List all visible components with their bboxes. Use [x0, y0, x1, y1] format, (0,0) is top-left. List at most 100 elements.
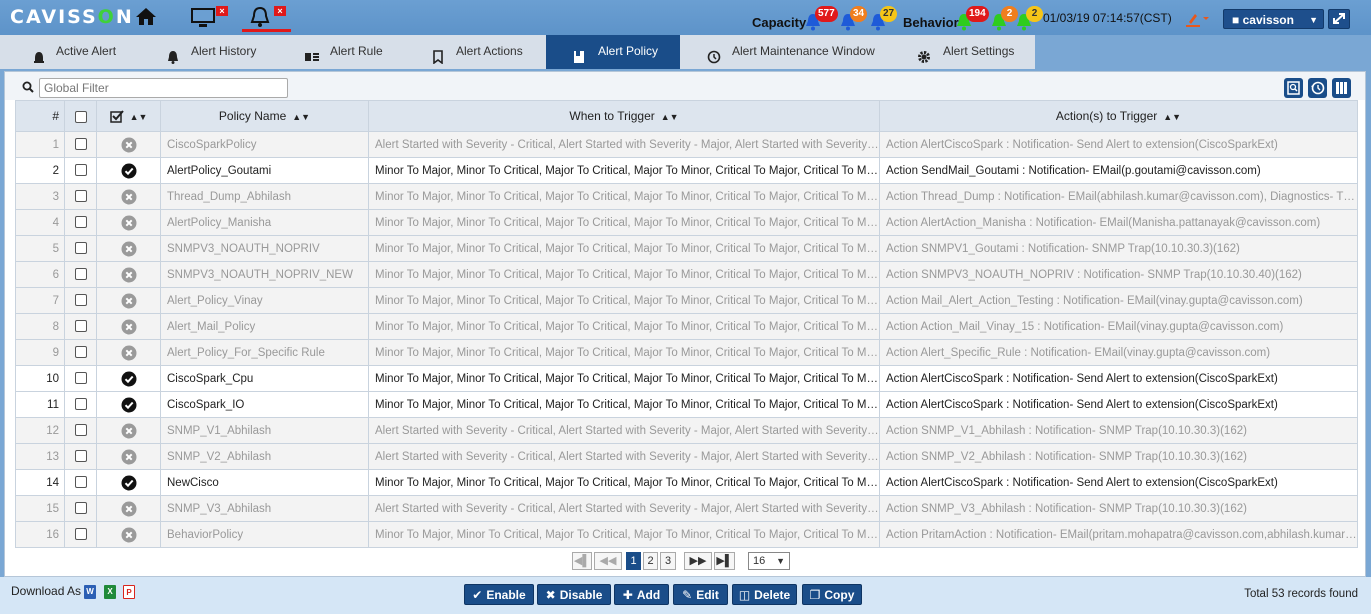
checkbox-box[interactable] — [74, 164, 87, 177]
table-row[interactable]: 3 Thread_Dump_Abhilash Minor To Major, Min… — [15, 183, 1358, 210]
capacity-major-bell-icon[interactable]: 34 — [840, 6, 868, 33]
row-checkbox[interactable] — [64, 495, 97, 522]
behavior-minor-bell-icon[interactable]: 2 — [1016, 6, 1043, 33]
tab-alert-settings[interactable]: Alert Settings — [885, 35, 1035, 69]
hammer-icon[interactable] — [1183, 9, 1213, 29]
row-checkbox[interactable] — [64, 469, 97, 496]
checkbox-box[interactable] — [74, 502, 87, 515]
tab-alert-maintenance-window[interactable]: Alert Maintenance Window — [680, 35, 885, 69]
columns-icon[interactable] — [1332, 78, 1351, 98]
tab-alert-policy[interactable]: Alert Policy — [546, 35, 680, 69]
next-page-button[interactable]: ▶▶ — [684, 552, 712, 570]
capacity-critical-bell-icon[interactable]: 577 — [805, 6, 838, 33]
row-checkbox[interactable] — [64, 417, 97, 444]
copy-button[interactable]: ❐ Copy — [802, 584, 862, 605]
table-row[interactable]: 5 SNMPV3_NOAUTH_NOPRIV Minor To Major, Min… — [15, 235, 1358, 262]
prev-page-button[interactable]: ◀◀ — [594, 552, 622, 570]
table-row[interactable]: 7 Alert_Policy_Vinay Minor To Major, Minor… — [15, 287, 1358, 314]
behavior-critical-bell-icon[interactable]: 194 — [956, 6, 989, 33]
column-header-status[interactable]: ▲▼ — [96, 100, 161, 132]
checkbox-box[interactable] — [74, 320, 87, 333]
row-checkbox[interactable] — [64, 365, 97, 392]
select-all-checkbox[interactable] — [64, 100, 97, 132]
disable-button[interactable]: ✖ Disable — [537, 584, 611, 605]
checkbox-box[interactable] — [74, 190, 87, 203]
edit-button[interactable]: ✎ Edit — [673, 584, 728, 605]
page-size-select[interactable]: 16 ▼ — [748, 552, 790, 570]
tab-alert-history[interactable]: Alert History — [140, 35, 280, 69]
column-header-when-to-trigger[interactable]: When to Trigger ▲▼ — [368, 100, 880, 132]
table-row[interactable]: 15 SNMP_V3_Abhilash Alert Started with Sev… — [15, 495, 1358, 522]
close-icon[interactable]: × — [274, 6, 286, 16]
first-page-button[interactable]: ◀▌ — [572, 552, 592, 570]
checkbox-box[interactable] — [74, 110, 87, 123]
checkbox-box[interactable] — [74, 346, 87, 359]
row-checkbox[interactable] — [64, 443, 97, 470]
home-icon[interactable] — [135, 6, 157, 30]
table-row[interactable]: 10 CiscoSpark_Cpu Minor To Major, Minor To… — [15, 365, 1358, 392]
behavior-major-bell-icon[interactable]: 2 — [991, 6, 1018, 33]
row-checkbox[interactable] — [64, 235, 97, 262]
row-checkbox[interactable] — [64, 313, 97, 340]
pdf-icon[interactable]: P — [123, 585, 135, 599]
history-icon[interactable] — [1308, 78, 1327, 98]
checkbox-box[interactable] — [74, 242, 87, 255]
table-row[interactable]: 16 BehaviorPolicy Minor To Major, Minor To… — [15, 521, 1358, 548]
page-2-button[interactable]: 2 — [643, 552, 658, 570]
column-header-actions-to-trigger[interactable]: Action(s) to Trigger ▲▼ — [879, 100, 1358, 132]
when-to-trigger-cell: Minor To Major, Minor To Critical, Major… — [368, 469, 880, 496]
table-row[interactable]: 13 SNMP_V2_Abhilash Alert Started with Sev… — [15, 443, 1358, 470]
monitor-icon[interactable]: × — [190, 6, 228, 30]
user-icon: ■ — [1232, 13, 1240, 27]
checkbox-box[interactable] — [74, 476, 87, 489]
table-row[interactable]: 1 CiscoSparkPolicy Alert Started with Seve… — [15, 131, 1358, 158]
word-icon[interactable]: W — [84, 585, 96, 599]
checkbox-box[interactable] — [74, 450, 87, 463]
checkbox-box[interactable] — [74, 372, 87, 385]
row-checkbox[interactable] — [64, 521, 97, 548]
table-row[interactable]: 8 Alert_Mail_Policy Minor To Major, Minor … — [15, 313, 1358, 340]
add-button[interactable]: ✚ Add — [614, 584, 669, 605]
table-row[interactable]: 11 CiscoSpark_IO Minor To Major, Minor To … — [15, 391, 1358, 418]
close-icon[interactable]: × — [216, 6, 228, 16]
checkbox-box[interactable] — [74, 528, 87, 541]
table-row[interactable]: 9 Alert_Policy_For_Specific Rule Minor To … — [15, 339, 1358, 366]
enable-button[interactable]: ✔ Enable — [464, 584, 534, 605]
excel-icon[interactable]: X — [104, 585, 116, 599]
tab-alert-actions[interactable]: Alert Actions — [405, 35, 546, 69]
row-checkbox[interactable] — [64, 209, 97, 236]
table-row[interactable]: 14 NewCisco Minor To Major, Minor To Criti… — [15, 469, 1358, 496]
checkbox-box[interactable] — [74, 424, 87, 437]
global-filter-input[interactable] — [39, 78, 288, 98]
checkbox-box[interactable] — [74, 216, 87, 229]
row-checkbox[interactable] — [64, 391, 97, 418]
expand-icon[interactable] — [1328, 9, 1350, 29]
table-row[interactable]: 12 SNMP_V1_Abhilash Alert Started with Sev… — [15, 417, 1358, 444]
checkbox-box[interactable] — [74, 268, 87, 281]
bell-nav-icon[interactable]: × — [242, 6, 291, 32]
when-to-trigger-cell: Minor To Major, Minor To Critical, Major… — [368, 261, 880, 288]
checkbox-box[interactable] — [74, 398, 87, 411]
page-1-button[interactable]: 1 — [626, 552, 641, 570]
row-checkbox[interactable] — [64, 339, 97, 366]
row-checkbox[interactable] — [64, 261, 97, 288]
row-checkbox[interactable] — [64, 183, 97, 210]
page-3-button[interactable]: 3 — [660, 552, 676, 570]
search-panel-icon[interactable] — [1284, 78, 1303, 98]
row-checkbox[interactable] — [64, 287, 97, 314]
checkbox-box[interactable] — [74, 138, 87, 151]
status-cell — [96, 417, 161, 444]
table-row[interactable]: 4 AlertPolicy_Manisha Minor To Major, Mino… — [15, 209, 1358, 236]
user-menu-button[interactable]: ■ cavisson ▼ — [1223, 9, 1324, 29]
delete-button[interactable]: ◫ Delete — [732, 584, 797, 605]
row-checkbox[interactable] — [64, 131, 97, 158]
table-row[interactable]: 6 SNMPV3_NOAUTH_NOPRIV_NEW Minor To Major,… — [15, 261, 1358, 288]
checkbox-box[interactable] — [74, 294, 87, 307]
table-row[interactable]: 2 AlertPolicy_Goutami Minor To Major, Mino… — [15, 157, 1358, 184]
column-header-policy-name[interactable]: Policy Name ▲▼ — [160, 100, 369, 132]
last-page-button[interactable]: ▶▌ — [714, 552, 735, 570]
row-checkbox[interactable] — [64, 157, 97, 184]
capacity-minor-bell-icon[interactable]: 27 — [870, 6, 898, 33]
tab-active-alert[interactable]: Active Alert — [0, 35, 140, 69]
tab-alert-rule[interactable]: Alert Rule — [280, 35, 405, 69]
